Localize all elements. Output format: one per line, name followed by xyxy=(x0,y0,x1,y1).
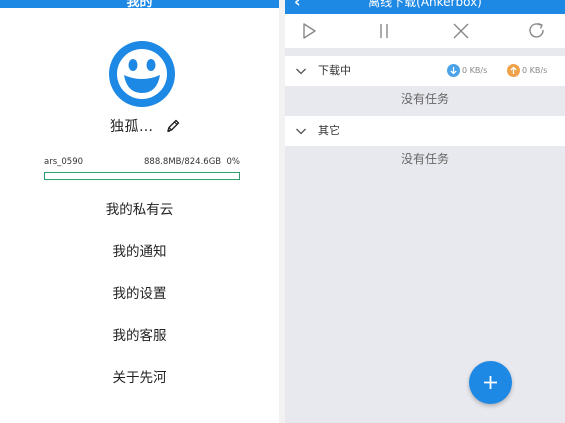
chevron-down-icon xyxy=(296,68,306,75)
play-icon[interactable] xyxy=(299,21,319,41)
storage-account: ars_0590 xyxy=(44,157,84,167)
storage-progress-bar xyxy=(44,172,240,180)
avatar-icon[interactable] xyxy=(109,41,175,107)
menu-item-notifications[interactable]: 我的通知 xyxy=(0,232,279,272)
download-toolbar xyxy=(285,14,565,48)
pencil-icon[interactable] xyxy=(165,118,181,134)
download-header: ‹ 离线下载(Ankerbox) xyxy=(285,0,565,14)
storage-percent: 0% xyxy=(226,157,241,167)
menu-item-customer-service[interactable]: 我的客服 xyxy=(0,316,279,356)
offline-download-panel: ‹ 离线下载(Ankerbox) 下载中 0 KB/s 0 KB/s 没有任务 … xyxy=(285,0,565,423)
menu-item-settings[interactable]: 我的设置 xyxy=(0,274,279,314)
other-empty-text: 没有任务 xyxy=(400,152,449,166)
group-downloading-header[interactable]: 下载中 0 KB/s 0 KB/s xyxy=(285,56,565,86)
group-downloading-label: 下载中 xyxy=(318,64,351,77)
chevron-down-icon xyxy=(296,128,306,135)
storage-info: ars_0590 888.8MB/824.6GB 0% xyxy=(44,157,240,169)
refresh-icon[interactable] xyxy=(527,21,547,41)
add-task-button[interactable] xyxy=(469,361,512,404)
profile-header: 我的 xyxy=(0,0,279,8)
menu-item-private-cloud[interactable]: 我的私有云 xyxy=(0,190,279,230)
group-other-header[interactable]: 其它 xyxy=(285,116,565,146)
profile-panel: 我的 独孤… ars_0590 888.8MB/824.6GB 0% 我的私有云… xyxy=(0,0,279,423)
upload-speed: 0 KB/s xyxy=(507,64,547,78)
download-speed: 0 KB/s xyxy=(447,64,487,78)
download-speed-value: 0 KB/s xyxy=(462,66,488,75)
pause-icon[interactable] xyxy=(374,21,394,41)
download-header-title: 离线下载(Ankerbox) xyxy=(368,0,482,9)
upload-speed-value: 0 KB/s xyxy=(522,66,548,75)
profile-header-title: 我的 xyxy=(126,0,153,8)
downloading-empty-text: 没有任务 xyxy=(400,92,449,106)
storage-usage: 888.8MB/824.6GB xyxy=(144,157,222,167)
username: 独孤… xyxy=(110,119,154,135)
plus-icon xyxy=(484,376,497,389)
close-icon[interactable] xyxy=(451,21,471,41)
upload-arrow-icon xyxy=(507,64,520,77)
username-row: 独孤… xyxy=(0,116,279,136)
download-arrow-icon xyxy=(447,64,460,77)
group-other-label: 其它 xyxy=(318,124,340,137)
toolbar-separator xyxy=(285,48,565,56)
menu-item-about[interactable]: 关于先河 xyxy=(0,358,279,398)
